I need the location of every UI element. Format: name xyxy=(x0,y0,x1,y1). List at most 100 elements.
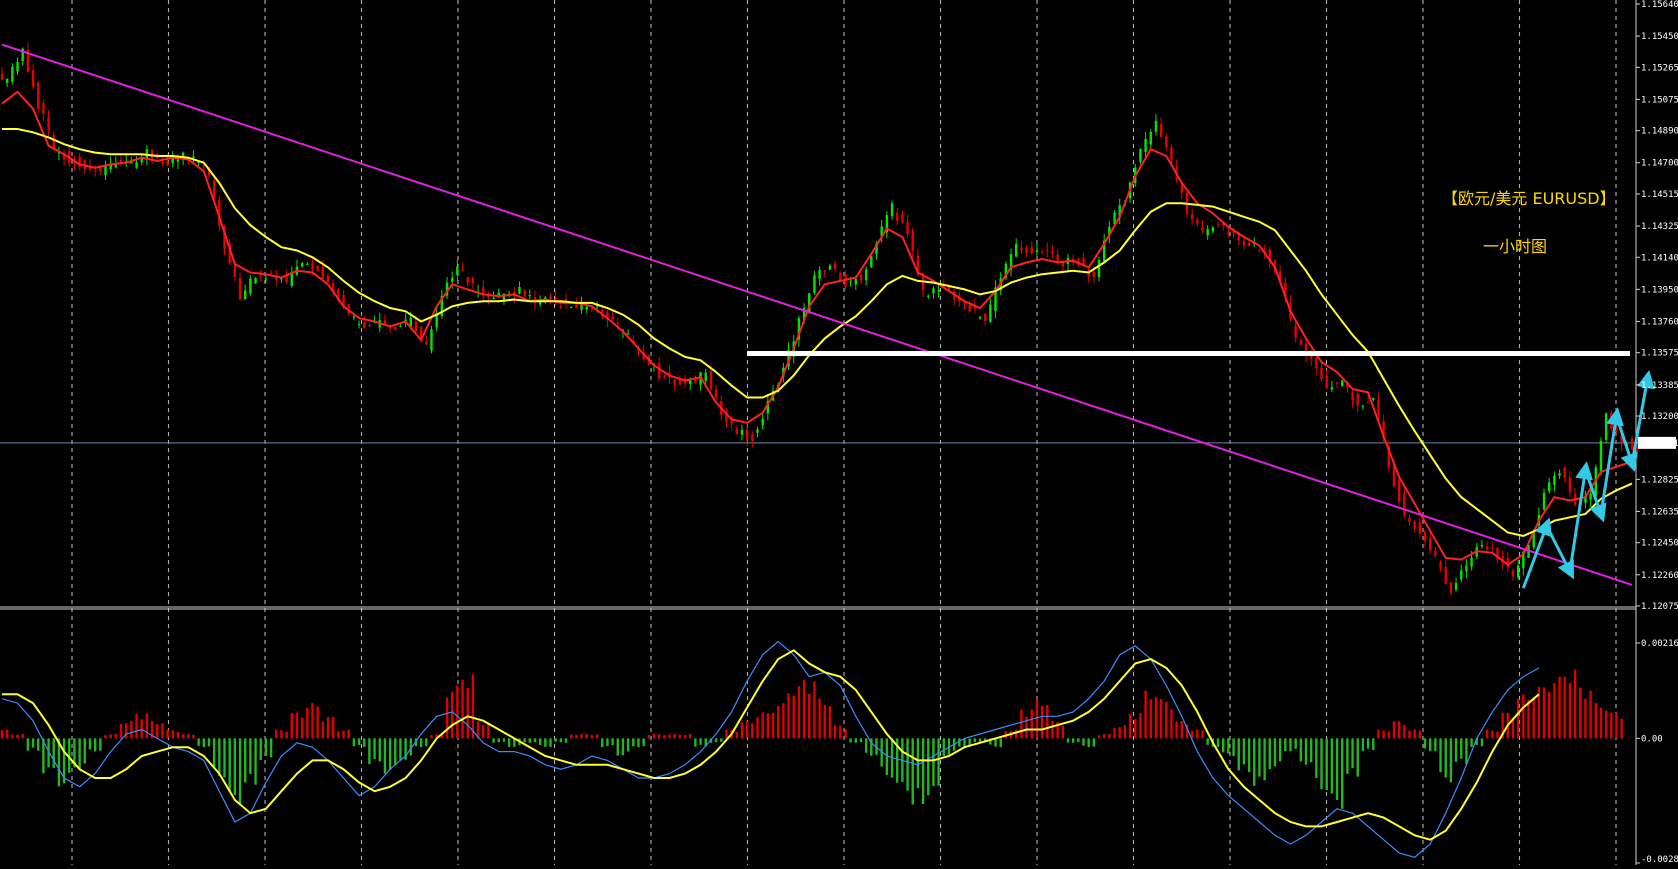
price-tick-label: 1.14890 xyxy=(1641,127,1678,137)
osc-bar xyxy=(290,713,293,739)
candle-body xyxy=(425,341,428,345)
candle-body xyxy=(611,317,614,320)
osc-bar xyxy=(1071,738,1075,743)
osc-bar xyxy=(1263,738,1266,781)
candle-body xyxy=(135,162,138,168)
candle-body xyxy=(1542,492,1546,510)
osc-bar xyxy=(606,738,609,747)
osc-bar xyxy=(1206,738,1209,745)
osc-bar xyxy=(859,738,863,743)
osc-bar xyxy=(357,738,361,745)
candle-body xyxy=(1030,247,1033,254)
osc-bar xyxy=(663,735,666,739)
candle-body xyxy=(399,326,402,328)
osc-bar xyxy=(849,738,852,743)
candle-body xyxy=(704,372,707,381)
candle-body xyxy=(311,263,314,269)
osc-bar xyxy=(1113,727,1116,739)
candle-body xyxy=(1413,521,1416,529)
candle-body xyxy=(963,306,966,308)
candle-body xyxy=(42,103,45,114)
osc-bar xyxy=(1610,712,1613,739)
osc-bar xyxy=(1180,721,1184,739)
candle-body xyxy=(1025,248,1028,254)
osc-bar xyxy=(1413,729,1416,739)
osc-bar xyxy=(218,738,221,777)
price-tick-label: 1.15265 xyxy=(1641,63,1678,73)
candle-body xyxy=(1610,413,1613,429)
osc-bar xyxy=(1128,714,1132,739)
chart-svg: 1.15640 1.15450 1.15265 1.15075 1.14890 1.147… xyxy=(0,0,1678,865)
candle-body xyxy=(1035,250,1039,253)
candle-body xyxy=(657,363,661,379)
candle-body xyxy=(559,306,563,308)
osc-bar xyxy=(197,738,200,746)
candle-body xyxy=(626,333,630,335)
osc-bar xyxy=(1444,738,1447,778)
osc-bar xyxy=(802,679,806,739)
osc-bar xyxy=(311,703,314,739)
osc-bar xyxy=(771,712,775,739)
price-tick-label: 1.12075 xyxy=(1641,602,1678,612)
osc-bar xyxy=(233,738,237,796)
candle-body xyxy=(1227,232,1230,235)
osc-bar xyxy=(383,738,387,774)
osc-bar xyxy=(202,738,206,748)
osc-bar xyxy=(1237,738,1240,771)
candle-body xyxy=(714,389,718,398)
osc-bar xyxy=(1496,731,1499,739)
osc-bar xyxy=(818,698,821,739)
candle-body xyxy=(1056,254,1059,262)
candle-body xyxy=(1315,357,1318,368)
osc-bar xyxy=(1341,738,1344,809)
osc-bar xyxy=(616,738,619,756)
osc-bar xyxy=(844,728,847,739)
osc-bar xyxy=(1289,738,1292,752)
osc-bar xyxy=(161,723,164,739)
osc-bar xyxy=(1253,738,1256,786)
candle-body xyxy=(16,62,19,72)
candle-body xyxy=(590,308,594,310)
price-tick-label: 1.12260 xyxy=(1641,571,1678,581)
osc-bar xyxy=(88,738,92,750)
osc-bar xyxy=(1242,738,1246,765)
osc-bar xyxy=(1418,730,1422,739)
osc-bar xyxy=(1025,716,1028,739)
candle-body xyxy=(99,167,102,172)
candle-body xyxy=(368,324,371,327)
osc-bar xyxy=(228,738,231,792)
osc-bar xyxy=(1335,738,1339,801)
candle-body xyxy=(849,280,852,282)
osc-bar xyxy=(425,738,428,747)
candle-body xyxy=(1589,493,1592,500)
candle-body xyxy=(1548,482,1551,492)
osc-bar xyxy=(911,738,914,805)
osc-bar xyxy=(1361,738,1365,752)
candle-body xyxy=(1299,339,1303,345)
osc-bar xyxy=(766,713,770,739)
osc-bar xyxy=(114,734,118,739)
osc-bar xyxy=(347,729,350,739)
osc-bar xyxy=(1460,738,1463,759)
osc-bar xyxy=(399,738,402,760)
candle-body xyxy=(1242,241,1246,246)
price-tick-label: 1.12450 xyxy=(1641,539,1678,549)
osc-bar xyxy=(1227,738,1230,754)
osc-bar xyxy=(1278,738,1282,762)
chart-title: 【欧元/美元 EURUSD】 xyxy=(1442,189,1616,208)
candle-body xyxy=(1454,583,1458,590)
candle-body xyxy=(616,322,619,324)
osc-bar xyxy=(31,738,35,748)
osc-bar xyxy=(714,738,718,743)
candle-body xyxy=(1165,136,1168,148)
candle-body xyxy=(823,270,826,273)
osc-bar xyxy=(187,734,190,739)
osc-bar xyxy=(26,738,30,751)
candle-body xyxy=(1330,387,1334,390)
osc-bar xyxy=(492,738,495,743)
candle-body xyxy=(1020,247,1023,251)
candle-body xyxy=(1211,227,1215,232)
price-tick-label: 1.13575 xyxy=(1641,349,1678,359)
price-tick-label: 1.13041 xyxy=(1641,439,1678,449)
osc-tick-label: 0.00 xyxy=(1641,734,1663,744)
